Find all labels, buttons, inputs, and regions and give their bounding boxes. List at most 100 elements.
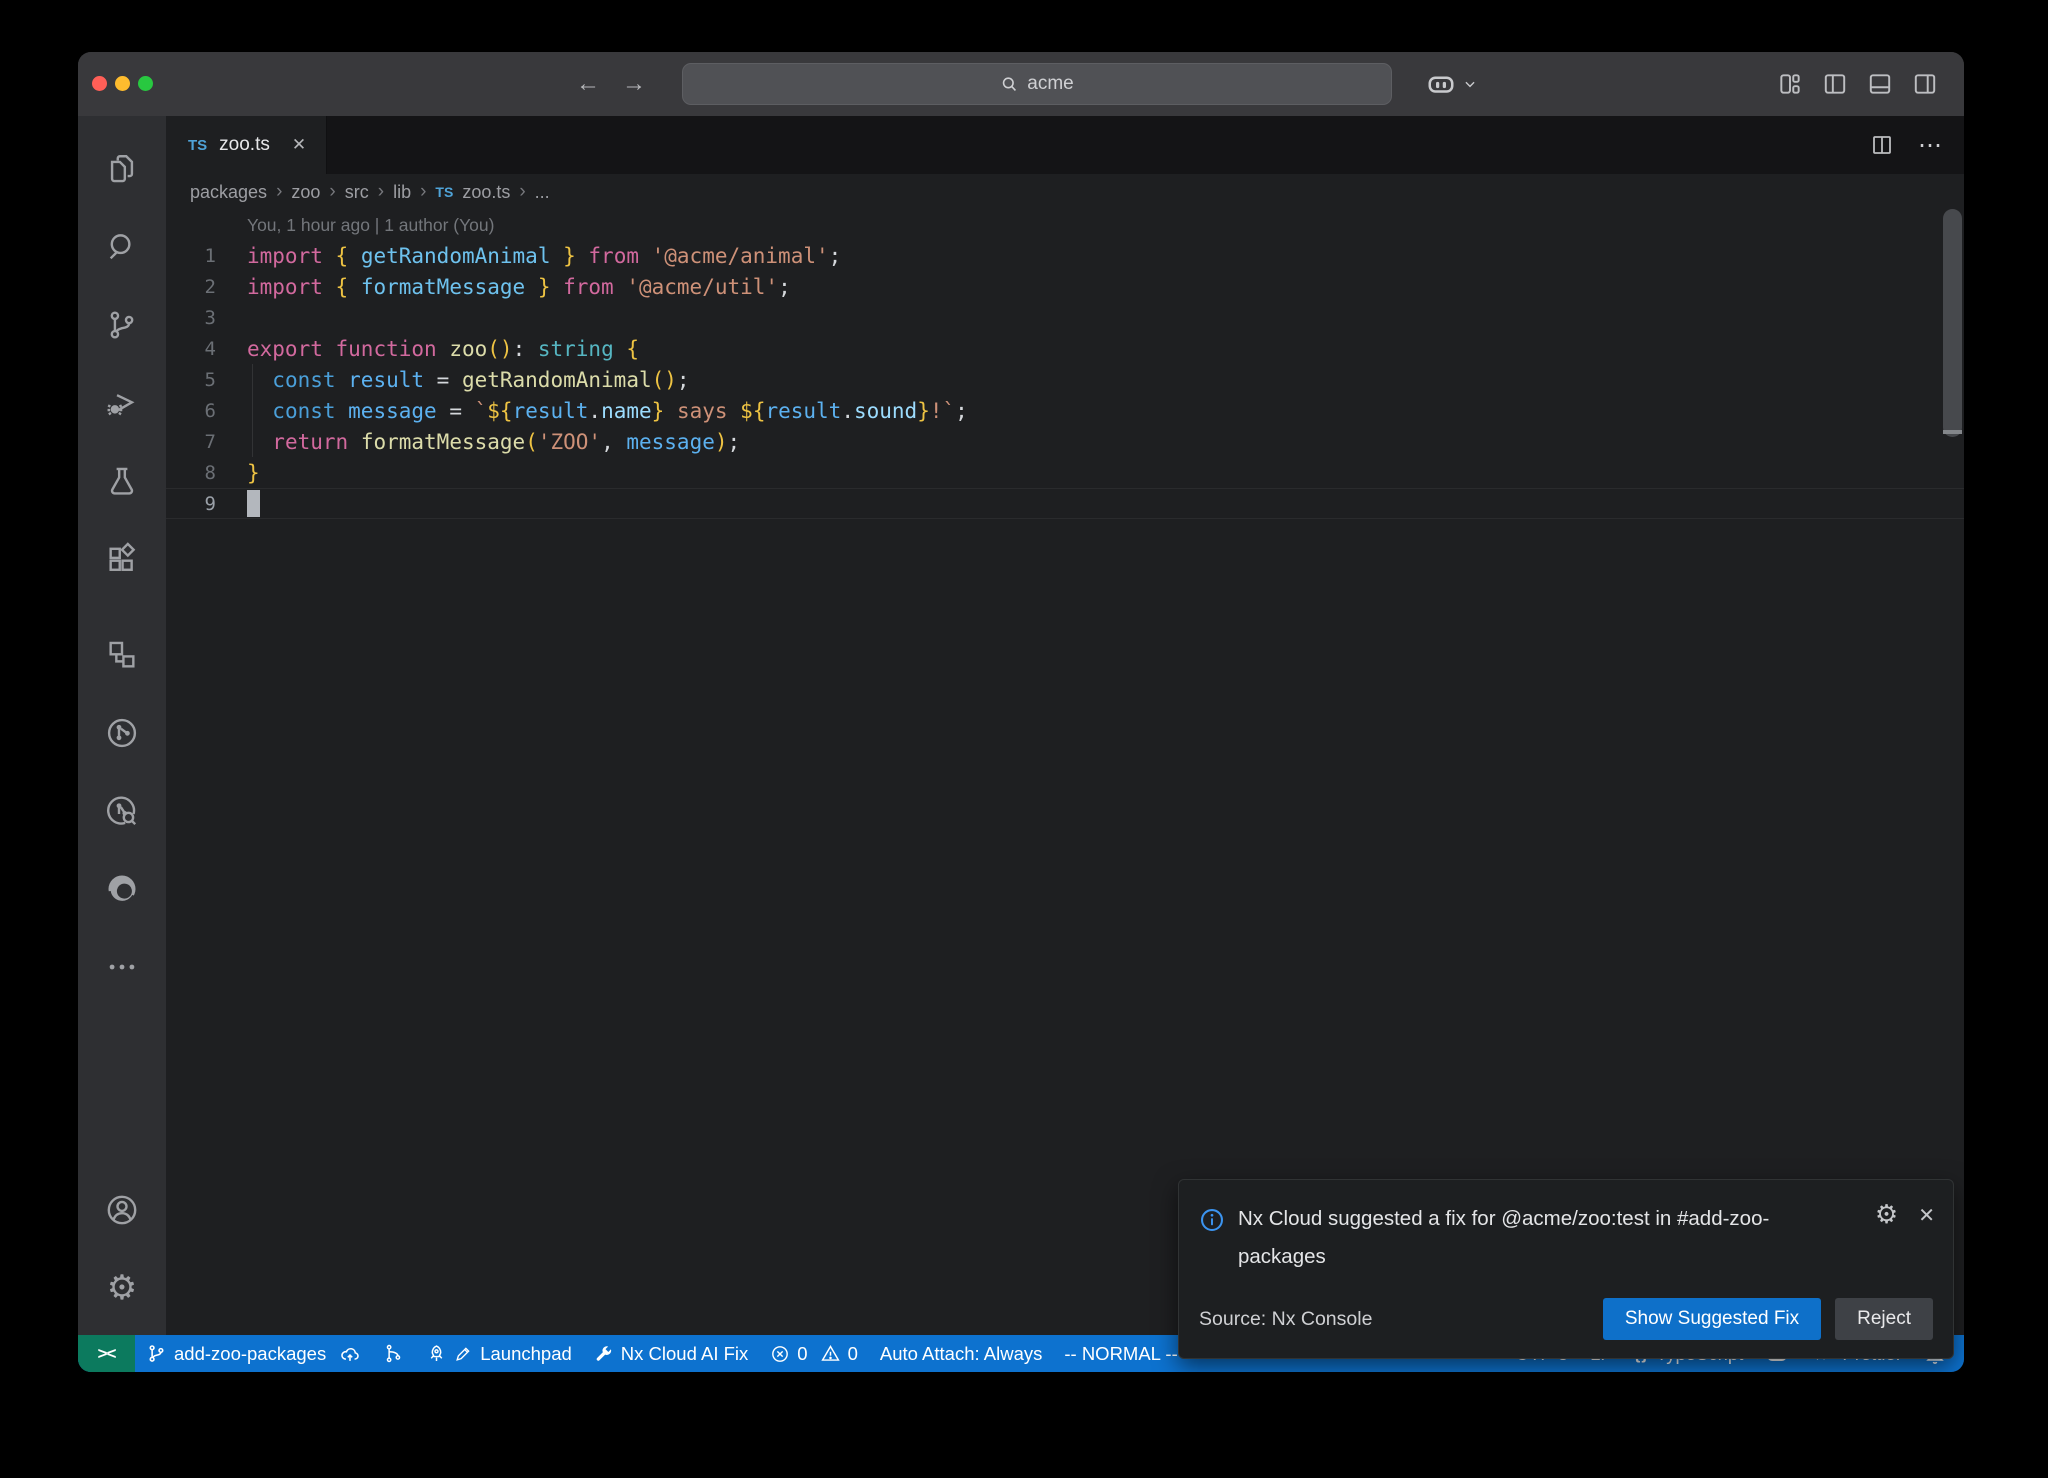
git-branch-item[interactable]: add-zoo-packages <box>135 1335 372 1372</box>
breadcrumb-file[interactable]: zoo.ts <box>462 182 510 203</box>
testing-icon[interactable] <box>78 442 166 520</box>
auto-attach-item[interactable]: Auto Attach: Always <box>869 1335 1053 1372</box>
warnings-icon <box>820 1343 841 1364</box>
editor-more-actions-icon[interactable]: ⋯ <box>1918 131 1944 160</box>
line-number: 5 <box>166 369 216 391</box>
activity-bar: ⚙ <box>78 116 166 1335</box>
pencil-icon <box>454 1344 473 1363</box>
chevron-down-icon <box>1463 77 1477 91</box>
remote-icon: >< <box>98 1344 116 1364</box>
errors-count: 0 <box>797 1343 807 1365</box>
commit-graph-icon <box>383 1343 404 1364</box>
notification-close-icon[interactable]: ✕ <box>1918 1203 1935 1228</box>
search-value: acme <box>1027 73 1073 95</box>
code-line[interactable]: 7 return formatMessage('ZOO', message); <box>166 426 1964 457</box>
indent-guide <box>252 364 253 457</box>
extensions-icon[interactable] <box>78 520 166 598</box>
copilot-menu[interactable] <box>1426 52 1477 116</box>
breadcrumb-overflow[interactable]: ... <box>535 182 550 203</box>
line-number: 4 <box>166 338 216 360</box>
run-debug-icon[interactable] <box>78 364 166 442</box>
traffic-lights <box>92 76 153 91</box>
commit-graph-item[interactable] <box>372 1335 415 1372</box>
nx-cloud-search-icon[interactable] <box>78 772 166 850</box>
line-number: 1 <box>166 245 216 267</box>
problems-item[interactable]: 0 0 <box>759 1335 869 1372</box>
scrollbar-cursor-marker <box>1943 430 1962 434</box>
git-blame-annotation: You, 1 hour ago | 1 author (You) <box>166 210 1964 240</box>
more-views-icon[interactable] <box>78 928 166 1006</box>
toggle-secondary-sidebar-icon[interactable] <box>1912 71 1938 97</box>
chevron-right-icon: › <box>378 181 384 203</box>
chevron-right-icon: › <box>519 181 525 203</box>
breadcrumb-item[interactable]: zoo <box>291 182 320 203</box>
nx-cloud-fix-item[interactable]: Nx Cloud AI Fix <box>583 1335 760 1372</box>
tab-bar: TS zoo.ts ✕ ⋯ <box>166 116 1964 174</box>
accounts-icon[interactable] <box>78 1171 166 1249</box>
search-icon <box>1000 75 1019 94</box>
chevron-right-icon: › <box>276 181 282 203</box>
editor-scrollbar[interactable] <box>1943 209 1962 437</box>
split-editor-icon[interactable] <box>1870 133 1894 157</box>
vim-mode-item[interactable]: -- NORMAL -- <box>1053 1335 1188 1372</box>
git-branch-icon <box>146 1343 167 1364</box>
customize-layout-icon[interactable] <box>1777 71 1803 97</box>
notification-settings-icon[interactable]: ⚙ <box>1875 1202 1898 1228</box>
code-line[interactable]: 9 <box>166 488 1964 519</box>
typescript-file-icon: TS <box>435 184 453 200</box>
toggle-primary-sidebar-icon[interactable] <box>1822 71 1848 97</box>
code-line[interactable]: 6 const message = `${result.name} says $… <box>166 395 1964 426</box>
code-line[interactable]: 8} <box>166 457 1964 488</box>
nx-cloud-icon[interactable] <box>78 694 166 772</box>
code-line[interactable]: 1import { getRandomAnimal } from '@acme/… <box>166 240 1964 271</box>
line-number: 9 <box>166 493 216 515</box>
copilot-icon <box>1426 69 1456 99</box>
line-number: 6 <box>166 400 216 422</box>
line-number: 3 <box>166 307 216 329</box>
breadcrumb-item[interactable]: packages <box>190 182 267 203</box>
code-line[interactable]: 3 <box>166 302 1964 333</box>
notification-message: Nx Cloud suggested a fix for @acme/zoo:t… <box>1238 1200 1838 1276</box>
settings-gear-icon[interactable]: ⚙ <box>78 1249 166 1327</box>
breadcrumb: packages › zoo › src › lib › TS zoo.ts ›… <box>166 174 1964 210</box>
info-icon <box>1199 1207 1225 1233</box>
code-editor[interactable]: You, 1 hour ago | 1 author (You) 1import… <box>166 210 1964 1335</box>
typescript-file-icon: TS <box>188 137 207 154</box>
explorer-icon[interactable] <box>78 130 166 208</box>
reject-button[interactable]: Reject <box>1835 1298 1933 1340</box>
editor-area: TS zoo.ts ✕ ⋯ packages › zoo › src › <box>166 116 1964 1335</box>
code-lines: 1import { getRandomAnimal } from '@acme/… <box>166 240 1964 519</box>
title-bar[interactable]: ← → acme <box>78 52 1964 116</box>
back-icon[interactable]: ← <box>576 70 600 98</box>
nx-cloud-fix-label: Nx Cloud AI Fix <box>621 1343 749 1365</box>
forward-icon[interactable]: → <box>622 70 646 98</box>
search-view-icon[interactable] <box>78 208 166 286</box>
launchpad-item[interactable]: Launchpad <box>415 1335 583 1372</box>
close-tab-icon[interactable]: ✕ <box>292 135 306 155</box>
warnings-count: 0 <box>848 1343 858 1365</box>
show-suggested-fix-button[interactable]: Show Suggested Fix <box>1603 1298 1821 1340</box>
chevron-right-icon: › <box>329 181 335 203</box>
code-line[interactable]: 2import { formatMessage } from '@acme/ut… <box>166 271 1964 302</box>
nx-console-icon[interactable] <box>78 616 166 694</box>
zoom-window-button[interactable] <box>138 76 153 91</box>
close-window-button[interactable] <box>92 76 107 91</box>
source-control-icon[interactable] <box>78 286 166 364</box>
line-number: 2 <box>166 276 216 298</box>
launchpad-label: Launchpad <box>480 1343 572 1365</box>
remote-indicator[interactable]: >< <box>78 1335 135 1372</box>
breadcrumb-item[interactable]: src <box>345 182 369 203</box>
minimize-window-button[interactable] <box>115 76 130 91</box>
line-number: 8 <box>166 462 216 484</box>
rocket-icon <box>426 1343 447 1364</box>
tab-zoo-ts[interactable]: TS zoo.ts ✕ <box>166 116 327 174</box>
notification-source: Source: Nx Console <box>1199 1308 1372 1331</box>
breadcrumb-item[interactable]: lib <box>393 182 411 203</box>
command-center-search[interactable]: acme <box>682 63 1392 105</box>
toggle-panel-icon[interactable] <box>1867 71 1893 97</box>
branch-name: add-zoo-packages <box>174 1343 326 1365</box>
code-line[interactable]: 4export function zoo(): string { <box>166 333 1964 364</box>
edge-browser-icon[interactable] <box>78 850 166 928</box>
code-line[interactable]: 5 const result = getRandomAnimal(); <box>166 364 1964 395</box>
tab-label: zoo.ts <box>219 134 270 156</box>
